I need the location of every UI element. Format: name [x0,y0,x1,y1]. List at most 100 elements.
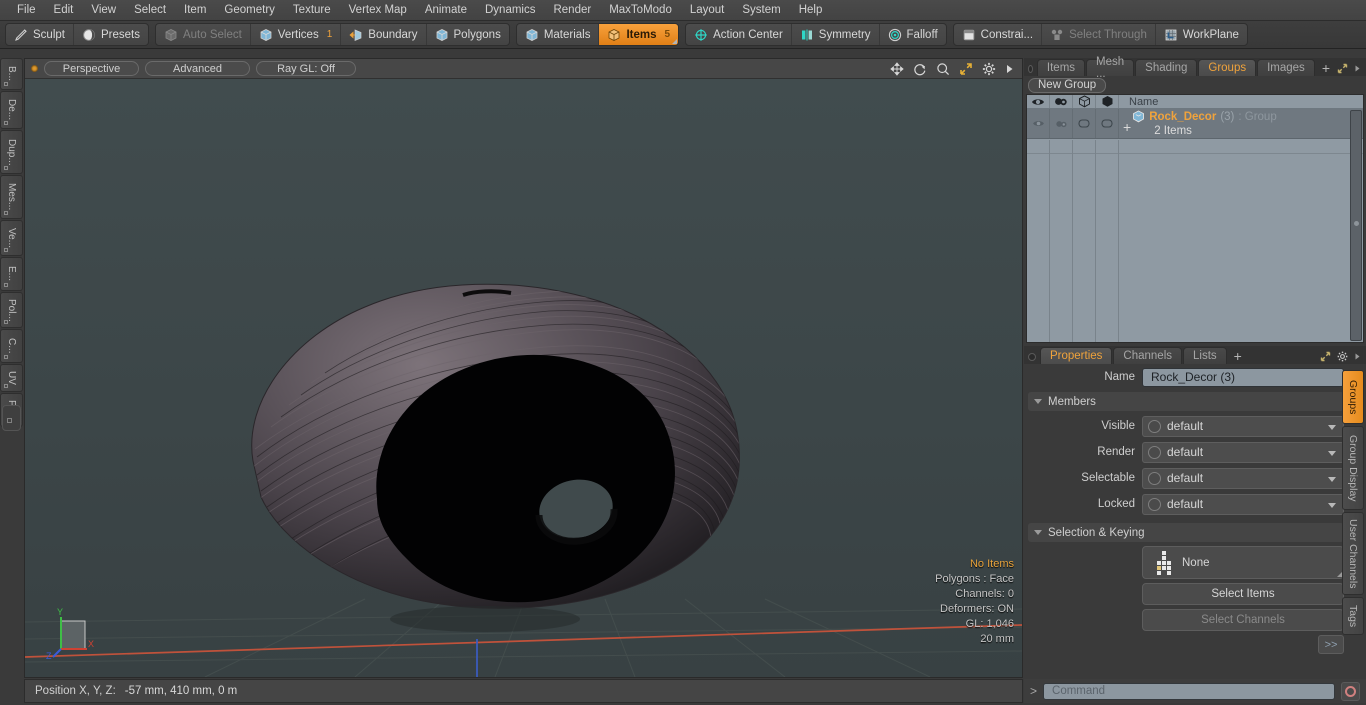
add-tab-button[interactable]: + [1316,59,1336,76]
render-dropdown[interactable]: default [1142,441,1344,463]
add-property-tab-button[interactable]: + [1228,347,1248,364]
menu-item-vertex-map[interactable]: Vertex Map [340,2,416,18]
row-lock-toggle[interactable] [1096,109,1119,138]
side-tab-group-display[interactable]: Group Display [1342,426,1364,510]
gear-icon[interactable] [982,62,996,76]
boundary-button[interactable]: Boundary [341,24,427,45]
zoom-icon[interactable] [936,62,950,76]
visible-dropdown[interactable]: default [1142,415,1344,437]
menu-item-texture[interactable]: Texture [284,2,340,18]
side-tab-tags[interactable]: Tags [1342,597,1364,635]
property-menu-dot-icon[interactable] [1028,353,1036,361]
tab-lists[interactable]: Lists [1183,347,1227,364]
left-tab-uv[interactable]: UV [0,364,23,392]
workplane-button[interactable]: WorkPlane [1156,24,1247,45]
viewport-raygl-button[interactable]: Ray GL: Off [256,61,356,76]
tab-properties[interactable]: Properties [1040,347,1113,364]
auto-select-button[interactable]: Auto Select [156,24,251,45]
panel-menu-dot-icon[interactable] [1028,65,1033,73]
table-row[interactable]: + Rock_Decor (3) : Group 2 Items [1027,109,1363,139]
members-section-header[interactable]: Members [1028,392,1344,411]
menu-item-system[interactable]: System [733,2,789,18]
render-icon[interactable] [1050,95,1073,108]
menu-item-dynamics[interactable]: Dynamics [476,2,544,18]
tab-mesh[interactable]: Mesh ... [1086,56,1135,80]
property-menu-arrow-icon[interactable] [1354,352,1361,361]
menu-item-view[interactable]: View [82,2,125,18]
cube-outline-icon[interactable] [1073,95,1096,108]
group-list-scrollbar[interactable] [1350,110,1362,341]
tab-shading[interactable]: Shading [1135,59,1198,76]
menu-item-help[interactable]: Help [790,2,832,18]
presets-button[interactable]: Presets [74,24,148,45]
action-center-button[interactable]: Action Center [686,24,792,45]
symmetry-button[interactable]: Symmetry [792,24,880,45]
viewport-shading-button[interactable]: Advanced [145,61,250,76]
select-through-button[interactable]: Select Through [1042,24,1156,45]
animate-knob-icon[interactable] [1148,497,1161,511]
row-visibility-toggle[interactable] [1027,109,1050,138]
left-tab-edge[interactable]: E... [0,257,23,291]
selection-set-button[interactable]: None [1142,546,1344,579]
left-tab-polygon[interactable]: Pol... [0,292,23,328]
fit-icon[interactable] [959,62,973,76]
side-tab-groups[interactable]: Groups [1342,370,1364,424]
cube-solid-icon[interactable] [1096,95,1119,108]
viewport-3d[interactable]: Perspective Advanced Ray GL: Off Y X Z N… [24,58,1023,678]
left-tab-duplicate[interactable]: Dup... [0,130,23,174]
menu-item-render[interactable]: Render [544,2,600,18]
vertices-button[interactable]: Vertices 1 [251,24,342,45]
new-group-button[interactable]: New Group [1028,77,1107,93]
constraints-button[interactable]: Constrai... [954,24,1043,45]
menu-item-edit[interactable]: Edit [45,2,83,18]
menu-item-maxtomodo[interactable]: MaxToModo [600,2,681,18]
left-tool-extra-button[interactable] [2,405,21,431]
tab-images[interactable]: Images [1257,59,1315,76]
select-items-button[interactable]: Select Items [1142,583,1344,605]
panel-menu-arrow-icon[interactable] [1354,64,1361,73]
tab-items[interactable]: Items [1036,59,1086,76]
play-icon[interactable] [1005,62,1014,76]
menu-item-animate[interactable]: Animate [416,2,476,18]
viewport-canvas[interactable] [25,79,1022,677]
left-tab-basic[interactable]: B... [0,58,23,90]
left-tab-deform[interactable]: De... [0,91,23,129]
command-input[interactable]: Command [1043,682,1335,700]
menu-item-file[interactable]: File [8,2,45,18]
record-button[interactable] [1341,681,1360,701]
materials-button[interactable]: Materials [517,24,600,45]
locked-dropdown[interactable]: default [1142,493,1344,515]
expand-icon[interactable] [1337,63,1348,74]
animate-knob-icon[interactable] [1148,471,1161,485]
viewport-projection-button[interactable]: Perspective [44,61,139,76]
eye-icon[interactable] [1027,95,1050,108]
animate-knob-icon[interactable] [1148,419,1161,433]
row-render-toggle[interactable] [1050,109,1073,138]
name-field[interactable]: Rock_Decor (3) [1142,367,1344,387]
animate-knob-icon[interactable] [1148,445,1161,459]
tab-groups[interactable]: Groups [1198,59,1257,76]
side-tab-user-channels[interactable]: User Channels [1342,512,1364,595]
selectable-dropdown[interactable]: default [1142,467,1344,489]
left-tab-mesh[interactable]: Mes... [0,175,23,219]
tab-channels[interactable]: Channels [1113,347,1183,364]
menu-item-geometry[interactable]: Geometry [215,2,284,18]
polygons-button[interactable]: Polygons [427,24,509,45]
viewport-menu-dot-icon[interactable] [31,65,38,72]
sculpt-button[interactable]: Sculpt [6,24,74,45]
move-icon[interactable] [890,62,904,76]
row-expander-icon[interactable]: + [1123,119,1131,138]
more-options-button[interactable]: >> [1318,635,1344,654]
falloff-button[interactable]: Falloff [880,24,946,45]
row-selectable-toggle[interactable] [1073,109,1096,138]
menu-item-select[interactable]: Select [125,2,175,18]
left-tab-curve[interactable]: C... [0,329,23,363]
rotate-icon[interactable] [913,62,927,76]
expand-icon[interactable] [1320,351,1331,362]
group-list[interactable]: Name + Rock_Decor (3): Group 2 Items [1026,94,1364,343]
selection-keying-section-header[interactable]: Selection & Keying [1028,523,1344,542]
menu-item-layout[interactable]: Layout [681,2,734,18]
left-tab-vertex[interactable]: Ve... [0,220,23,256]
menu-item-item[interactable]: Item [175,2,215,18]
gear-icon[interactable] [1337,351,1348,362]
